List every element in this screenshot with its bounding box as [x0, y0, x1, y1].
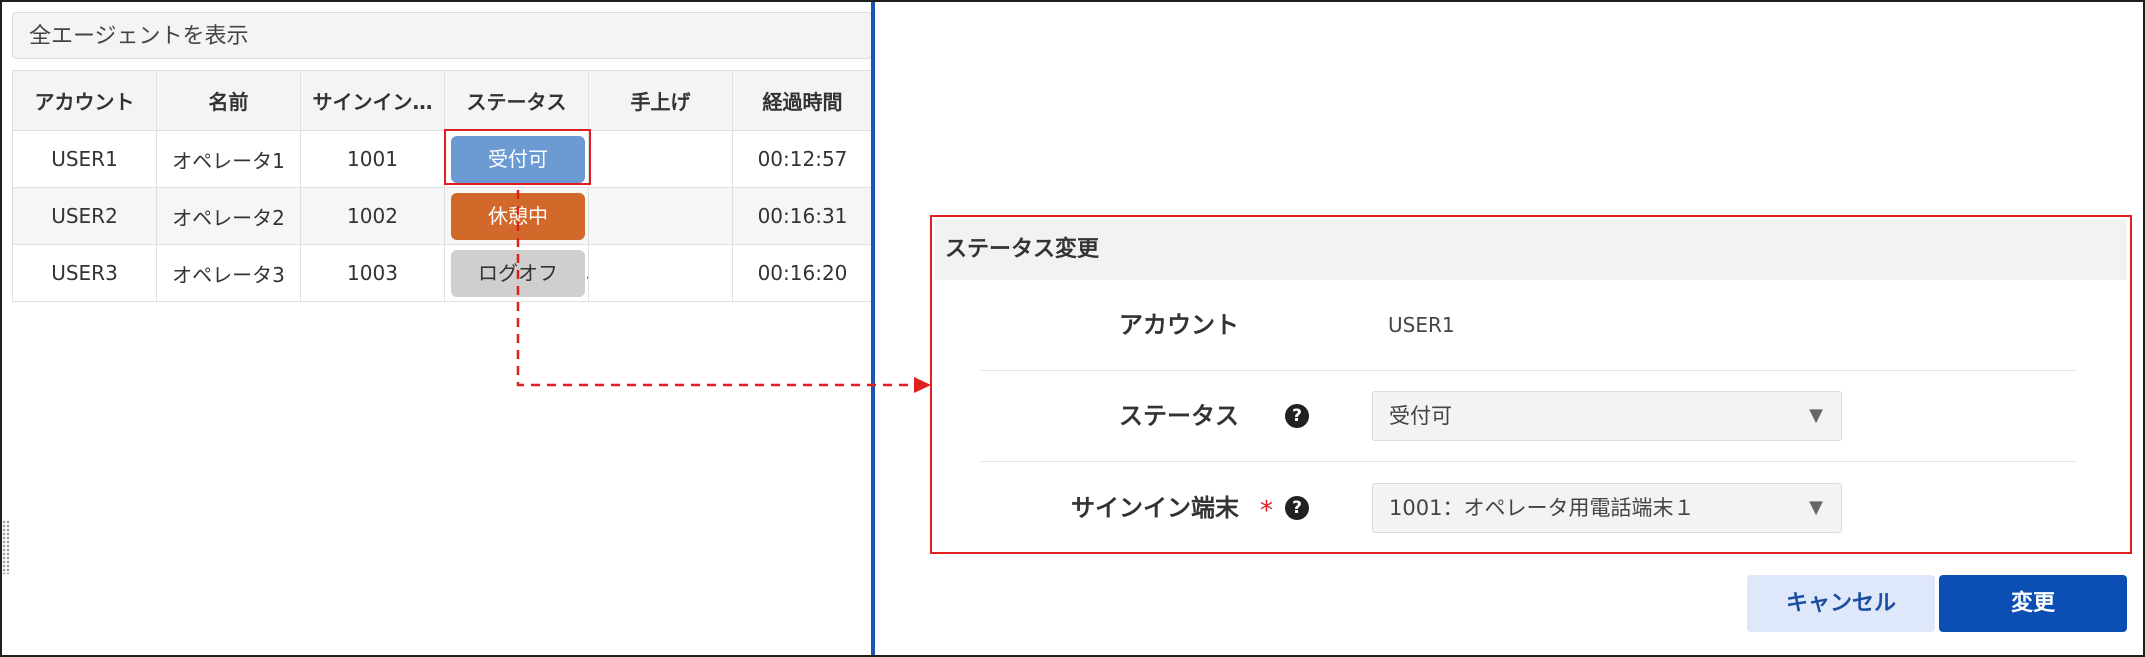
- cell-account: USER1: [12, 130, 157, 188]
- required-mark: *: [1260, 496, 1273, 526]
- status-change-dialog: ステータス変更 アカウント USER1 ステータス ? 受付可 ▼ サインイン端…: [930, 215, 2132, 554]
- cell-account: USER2: [12, 187, 157, 245]
- chevron-down-icon: ▼: [1809, 497, 1823, 518]
- table-row: USER1 オペレータ1 1001 受付可 00:12:57: [12, 130, 873, 188]
- cell-elapsed: 00:16:31: [732, 187, 873, 245]
- panel-divider: [871, 2, 875, 655]
- cell-raise-hand: [588, 244, 733, 302]
- panel-resize-grip[interactable]: [2, 520, 10, 574]
- agent-table: アカウント 名前 サインイン… ステータス 手上げ 経過時間 USER1 オペレ…: [12, 70, 873, 302]
- agent-filter-label: 全エージェントを表示: [29, 24, 249, 49]
- change-button[interactable]: 変更: [1939, 575, 2127, 632]
- account-row: アカウント USER1: [980, 280, 2077, 371]
- table-row: USER3 オペレータ3 1003 ログオフ 00:16:20: [12, 244, 873, 302]
- account-label: アカウント: [1119, 311, 1239, 339]
- dialog-title: ステータス変更: [935, 220, 2127, 280]
- column-header-elapsed-time[interactable]: 経過時間: [732, 70, 873, 131]
- help-icon[interactable]: ?: [1285, 496, 1309, 520]
- signin-terminal-select[interactable]: 1001：オペレータ用電話端末１ ▼: [1372, 483, 1842, 533]
- help-icon[interactable]: ?: [1285, 404, 1309, 428]
- table-header-row: アカウント 名前 サインイン… ステータス 手上げ 経過時間: [12, 70, 873, 131]
- status-button-logoff[interactable]: ログオフ: [451, 249, 585, 297]
- cell-elapsed: 00:12:57: [732, 130, 873, 188]
- cell-status: 受付可: [444, 130, 589, 188]
- agent-filter-dropdown[interactable]: 全エージェントを表示: [12, 12, 872, 59]
- status-button-available[interactable]: 受付可: [451, 135, 585, 183]
- cell-status: 休憩中: [444, 187, 589, 245]
- cell-name: オペレータ1: [156, 130, 301, 188]
- cell-name: オペレータ3: [156, 244, 301, 302]
- cell-name: オペレータ2: [156, 187, 301, 245]
- status-select[interactable]: 受付可 ▼: [1372, 391, 1842, 441]
- table-row: USER2 オペレータ2 1002 休憩中 00:16:31: [12, 187, 873, 245]
- cell-terminal: 1001: [300, 130, 445, 188]
- signin-terminal-select-value: 1001：オペレータ用電話端末１: [1389, 496, 1695, 520]
- column-header-name[interactable]: 名前: [156, 70, 301, 131]
- chevron-down-icon: ▼: [1809, 405, 1823, 426]
- status-button-break[interactable]: 休憩中: [451, 192, 585, 240]
- account-value: USER1: [1388, 313, 1455, 337]
- cell-raise-hand: [588, 187, 733, 245]
- status-select-value: 受付可: [1389, 404, 1452, 428]
- cell-raise-hand: [588, 130, 733, 188]
- signin-terminal-label: サインイン端末: [1071, 494, 1239, 522]
- cell-terminal: 1003: [300, 244, 445, 302]
- cell-terminal: 1002: [300, 187, 445, 245]
- cancel-button[interactable]: キャンセル: [1747, 575, 1935, 632]
- status-row: ステータス ? 受付可 ▼: [980, 371, 2077, 462]
- cell-status: ログオフ: [444, 244, 589, 302]
- signin-terminal-row: サインイン端末 * ? 1001：オペレータ用電話端末１ ▼: [980, 463, 2077, 553]
- column-header-account[interactable]: アカウント: [12, 70, 157, 131]
- column-header-signin-terminal[interactable]: サインイン…: [300, 70, 445, 131]
- cell-elapsed: 00:16:20: [732, 244, 873, 302]
- cell-account: USER3: [12, 244, 157, 302]
- column-header-raise-hand[interactable]: 手上げ: [588, 70, 733, 131]
- status-label: ステータス: [1119, 402, 1239, 430]
- column-header-status[interactable]: ステータス: [444, 70, 589, 131]
